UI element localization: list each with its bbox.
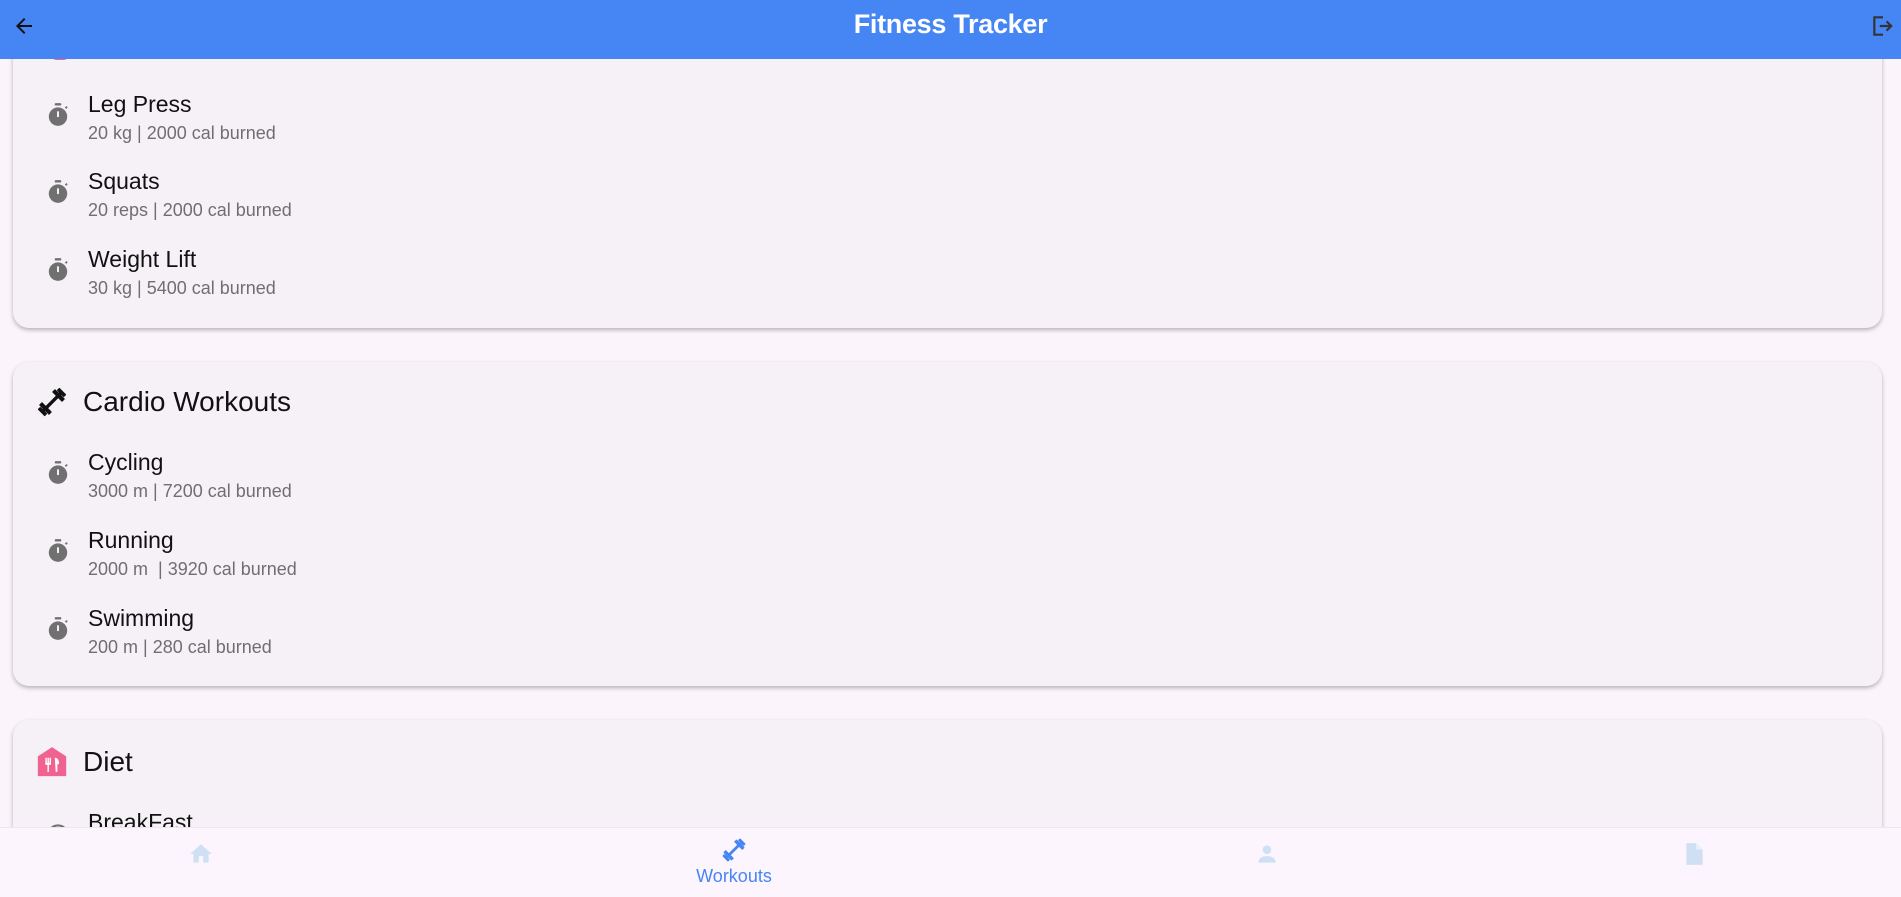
workout-name: Squats <box>88 168 160 194</box>
workout-detail: 20 reps | 2000 cal burned <box>88 200 292 220</box>
timer-icon <box>48 180 68 203</box>
card-title: Cardio Workouts <box>83 386 292 417</box>
workout-detail: 20 kg | 2000 cal burned <box>88 123 276 143</box>
app-title: Fitness Tracker <box>853 9 1048 39</box>
logout-button[interactable] <box>1869 12 1897 40</box>
workout-detail: 3000 m | 7200 cal burned <box>88 481 292 501</box>
workout-detail: 2000 m | 3920 cal burned <box>88 559 297 579</box>
workout-item[interactable]: Leg Press 20 kg | 2000 cal burned <box>35 90 1835 150</box>
workout-name: Cycling <box>88 449 164 475</box>
restaurant-icon <box>37 747 67 777</box>
timer-icon <box>48 461 68 484</box>
workout-item[interactable]: Cycling 3000 m | 7200 cal burned <box>35 448 1835 508</box>
workouts-scroll-view[interactable]: Leg Press 20 kg | 2000 cal burned Squats… <box>0 0 1901 897</box>
nav-reports[interactable] <box>1614 828 1774 897</box>
document-icon <box>1686 843 1703 865</box>
card-header: Cardio Workouts <box>35 380 291 424</box>
app-screen: Leg Press 20 kg | 2000 cal burned Squats… <box>0 0 1901 897</box>
card-title: Diet <box>83 746 133 777</box>
workout-detail: 200 m | 280 cal burned <box>88 637 272 657</box>
fitness-dumbbell-icon <box>722 838 746 862</box>
nav-label: Workouts <box>696 866 772 886</box>
workout-name: Running <box>88 527 174 553</box>
logout-icon <box>1873 16 1893 36</box>
bottom-navigation: Workouts <box>0 827 1901 897</box>
home-icon <box>190 844 212 863</box>
workout-detail: 30 kg | 5400 cal burned <box>88 278 276 298</box>
timer-icon <box>48 103 68 126</box>
strength-workouts-card: Leg Press 20 kg | 2000 cal burned Squats… <box>13 20 1882 328</box>
app-bar: Fitness Tracker <box>0 0 1901 59</box>
workout-name: Weight Lift <box>88 246 197 272</box>
timer-icon <box>48 539 68 562</box>
workout-item[interactable]: Weight Lift 30 kg | 5400 cal burned <box>35 245 1835 305</box>
cardio-workouts-card: Cardio Workouts Cycling 3000 m | 7200 ca… <box>13 362 1882 686</box>
workout-name: Leg Press <box>88 91 192 117</box>
workout-item[interactable]: Running 2000 m | 3920 cal burned <box>35 526 1835 586</box>
card-header: Diet <box>35 740 133 784</box>
nav-profile[interactable] <box>1187 828 1347 897</box>
nav-home[interactable] <box>121 828 281 897</box>
workout-item[interactable]: Squats 20 reps | 2000 cal burned <box>35 167 1835 227</box>
timer-icon <box>48 258 68 281</box>
person-icon <box>1258 845 1276 863</box>
workout-item[interactable]: Swimming 200 m | 280 cal burned <box>35 604 1835 664</box>
fitness-dumbbell-icon <box>37 387 67 417</box>
workout-name: Swimming <box>88 605 195 631</box>
nav-workouts[interactable]: Workouts <box>654 828 814 897</box>
timer-icon <box>48 617 68 640</box>
